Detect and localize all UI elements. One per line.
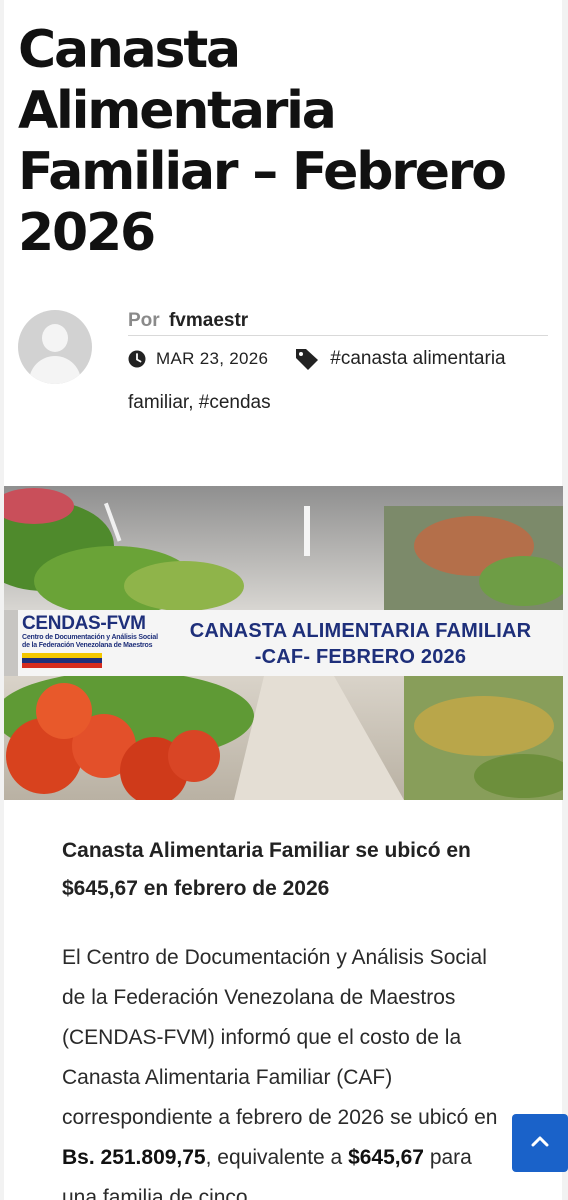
avatar-body-shape: [29, 356, 81, 384]
paragraph-text-2: , equivalente a: [205, 1146, 349, 1169]
banner-title: CANASTA ALIMENTARIA FAMILIAR -CAF- FEBRE…: [168, 618, 553, 670]
tag-separator: ,: [188, 392, 199, 413]
chevron-up-icon: [531, 1134, 549, 1152]
amount-bolivares: Bs. 251.809,75: [62, 1146, 206, 1169]
tag-link-canasta-continued[interactable]: familiar: [128, 392, 188, 413]
venezuela-flag-icon: [22, 653, 102, 668]
paragraph-text-1: El Centro de Documentación y Análisis So…: [62, 946, 498, 1129]
caf-banner: CENDAS-FVM Centro de Documentación y Aná…: [18, 610, 563, 676]
article-paragraph: El Centro de Documentación y Análisis So…: [62, 938, 512, 1200]
logo-sub-1: Centro de Documentación y Análisis Socia…: [22, 634, 158, 641]
author-avatar[interactable]: [18, 310, 92, 384]
scroll-to-top-button[interactable]: [512, 1114, 568, 1172]
clock-icon: [128, 350, 146, 368]
banner-title-line-1: CANASTA ALIMENTARIA FAMILIAR: [189, 620, 532, 642]
tag-link-canasta[interactable]: #canasta alimentaria: [330, 348, 505, 370]
author-byline: Por fvmaestr: [128, 310, 548, 336]
page: Canasta Alimentaria Familiar – Febrero 2…: [0, 0, 568, 1200]
post-title: Canasta Alimentaria Familiar – Febrero 2…: [18, 20, 507, 263]
post-date[interactable]: MAR 23, 2026: [156, 349, 268, 369]
logo-name: CENDAS-FVM: [22, 613, 146, 634]
post-meta: MAR 23, 2026 #canasta alimentaria: [128, 344, 548, 374]
avatar-head-shape: [42, 324, 68, 352]
cendas-logo: CENDAS-FVM Centro de Documentación y Aná…: [22, 614, 162, 672]
author-prefix: Por: [128, 310, 160, 331]
tag-link-cendas[interactable]: #cendas: [199, 392, 271, 413]
tag-icon: [294, 347, 320, 371]
banner-title-line-2: -CAF- FEBRERO 2026: [254, 646, 467, 668]
featured-image: CENDAS-FVM Centro de Documentación y Aná…: [4, 486, 563, 800]
logo-sub-2: de la Federación Venezolana de Maestros: [22, 642, 153, 649]
author-link[interactable]: fvmaestr: [169, 310, 248, 331]
amount-dollars: $645,67: [348, 1146, 424, 1169]
article-headline: Canasta Alimentaria Familiar se ubicó en…: [62, 839, 471, 900]
post-tags-continued: familiar, #cendas: [128, 392, 548, 414]
